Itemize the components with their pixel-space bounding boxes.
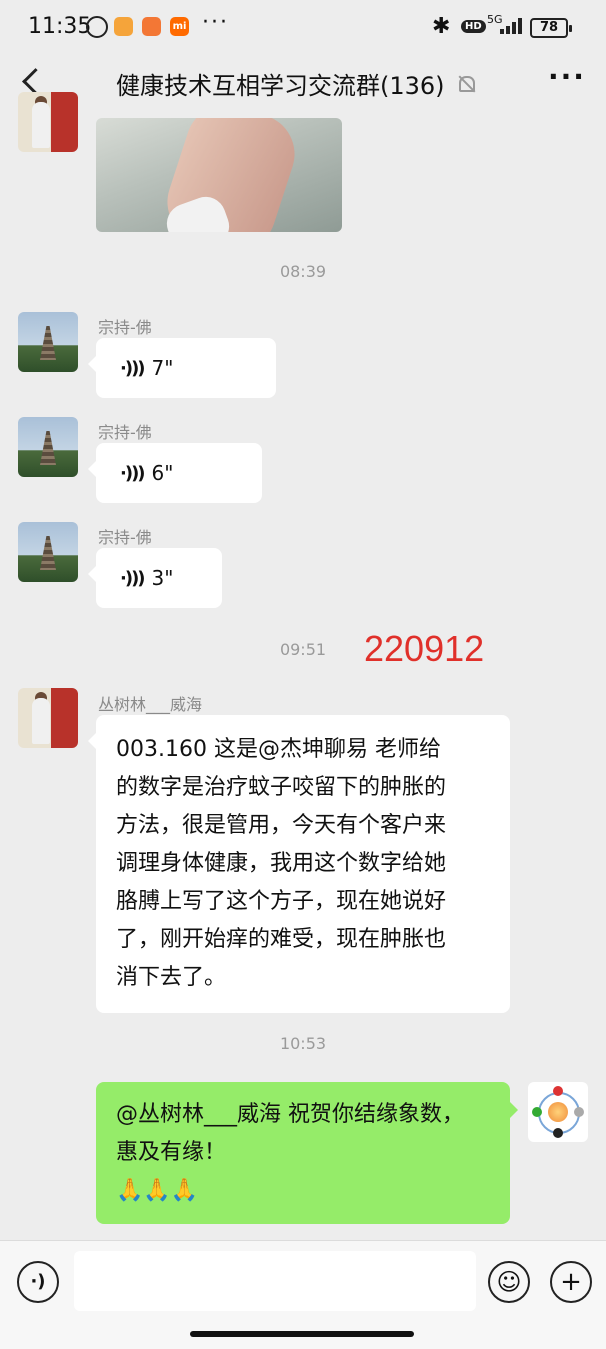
sender-name: 宗持-佛 — [98, 423, 152, 442]
status-bar: 11:35 mi ··· ✱ HD 5G 78 — [0, 0, 606, 56]
status-time: 11:35 — [28, 14, 92, 39]
plus-button[interactable]: + — [550, 1261, 592, 1303]
alarm-icon — [86, 16, 108, 38]
back-icon[interactable] — [22, 68, 49, 95]
red-annotation: 220912 — [364, 628, 485, 669]
voice-wave-icon: ·))) — [120, 567, 145, 589]
message-line: 003.160 这是@杰坤聊易 老师给 — [116, 737, 441, 762]
message-line: 调理身体健康，我用这个数字给她 — [116, 851, 447, 876]
mi-app-icon: mi — [170, 17, 189, 36]
my-text-message[interactable]: @丛树林___威海 祝贺你结缘象数， 惠及有缘！ 🙏🙏🙏 — [96, 1082, 518, 1224]
voice-message[interactable]: ·))) 6" — [88, 443, 262, 503]
voice-duration: 6" — [151, 461, 174, 485]
timestamp: 08:39 — [279, 262, 327, 281]
message-line: 方法，很是管用，今天有个客户来 — [116, 813, 447, 838]
sender-name: 宗持-佛 — [98, 318, 152, 337]
mute-bell-icon — [457, 75, 476, 93]
app-notification-icon — [142, 17, 161, 36]
message-line: 了，刚开始痒的难受，现在肿胀也 — [116, 927, 447, 952]
more-notifications-icon: ··· — [202, 10, 229, 35]
voice-message[interactable]: ·))) 7" — [88, 338, 276, 398]
avatar[interactable] — [18, 92, 78, 152]
avatar[interactable] — [18, 417, 78, 477]
message-line: 胳膊上写了这个方子，现在她说好 — [116, 889, 447, 914]
voice-duration: 3" — [151, 566, 174, 590]
message-line: 的数字是治疗蚊子咬留下的肿胀的 — [116, 775, 447, 800]
message-line: 🙏🙏🙏 — [116, 1178, 199, 1203]
text-message[interactable]: 003.160 这是@杰坤聊易 老师给 的数字是治疗蚊子咬留下的肿胀的 方法，很… — [88, 715, 510, 1013]
timestamp: 10:53 — [279, 1034, 327, 1053]
more-options-button[interactable]: ··· — [548, 60, 586, 93]
chat-header: 健康技术互相学习交流群(136) ··· — [0, 56, 606, 108]
avatar[interactable] — [18, 688, 78, 748]
avatar[interactable] — [18, 522, 78, 582]
avatar[interactable] — [18, 312, 78, 372]
chat-title-wrap: 健康技术互相学习交流群(136) — [116, 66, 476, 101]
voice-wave-icon: ·))) — [120, 462, 145, 484]
my-avatar[interactable] — [528, 1082, 588, 1142]
timestamp: 09:51 — [279, 640, 327, 659]
battery-icon: 78 — [530, 18, 572, 38]
voice-input-button[interactable]: ·) — [17, 1261, 59, 1303]
emoji-button[interactable]: ☺ — [488, 1261, 530, 1303]
sender-name: 丛树林___威海 — [98, 695, 203, 714]
bluetooth-icon: ✱ — [432, 14, 451, 39]
message-input[interactable] — [74, 1251, 476, 1311]
voice-message[interactable]: ·))) 3" — [88, 548, 222, 608]
app-notification-icon — [114, 17, 133, 36]
chat-title: 健康技术互相学习交流群(136) — [116, 72, 445, 100]
message-line: @丛树林___威海 祝贺你结缘象数， — [116, 1102, 464, 1127]
message-line: 消下去了。 — [116, 965, 227, 990]
sender-name: 宗持-佛 — [98, 528, 152, 547]
home-indicator — [190, 1331, 414, 1337]
hd-icon: HD — [461, 20, 486, 33]
image-message[interactable] — [96, 118, 342, 232]
message-line: 惠及有缘！ — [116, 1140, 227, 1165]
voice-duration: 7" — [151, 356, 174, 380]
signal-icon — [500, 18, 524, 34]
voice-wave-icon: ·))) — [120, 357, 145, 379]
